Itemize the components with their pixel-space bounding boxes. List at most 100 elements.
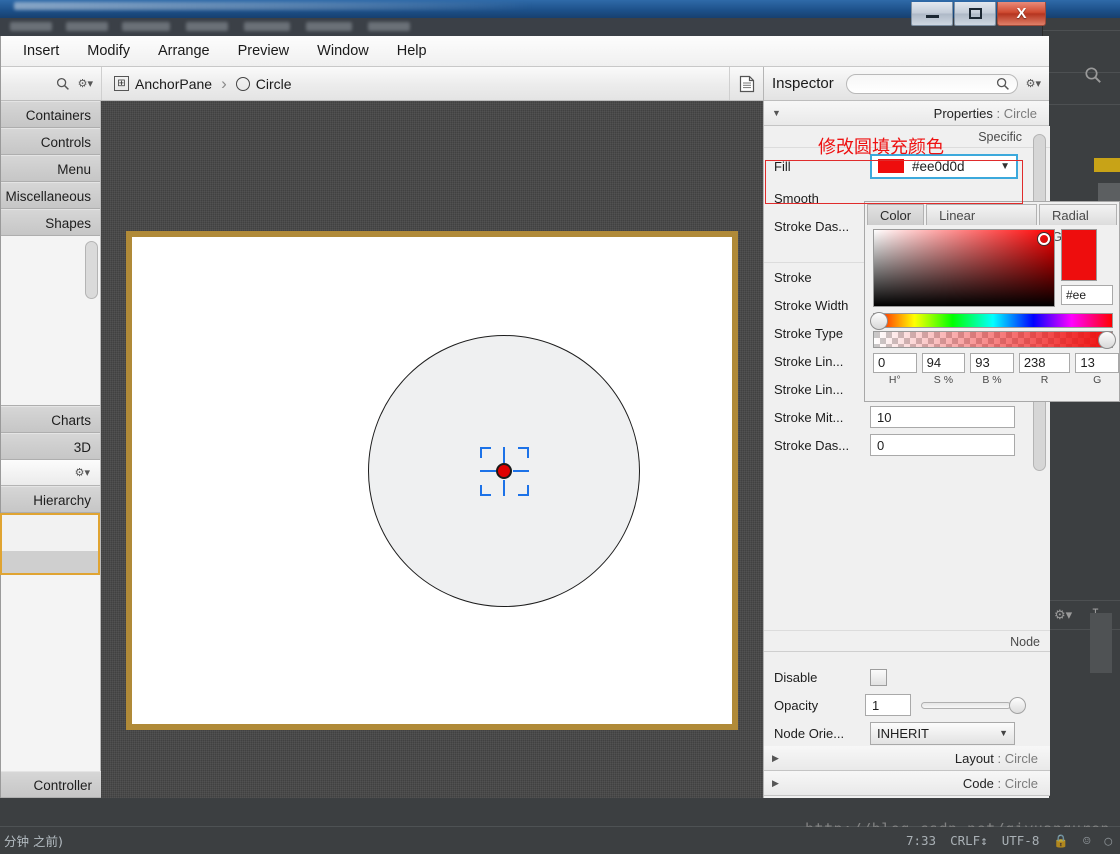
library-gear-icon[interactable]: ⚙▾: [78, 77, 93, 90]
sidebar-item-shapes[interactable]: Shapes: [1, 209, 100, 236]
search-icon[interactable]: [56, 77, 70, 91]
inspector-header: Inspector ⚙▾: [764, 67, 1049, 101]
alpha-slider[interactable]: [873, 331, 1116, 349]
inspector-title: Inspector: [772, 75, 834, 92]
ide-highlight-chip: [1094, 158, 1120, 172]
tab-linear-gradient[interactable]: Linear Gradient: [926, 204, 1037, 244]
maximize-button[interactable]: [954, 2, 996, 26]
alpha-slider-knob[interactable]: [1098, 331, 1116, 349]
section-properties[interactable]: ▼ Properties : Circle: [764, 101, 1049, 126]
window-controls: X: [911, 0, 1048, 30]
stroke-miter-input[interactable]: 10: [870, 406, 1015, 428]
library-list: [1, 236, 100, 406]
sidebar-item-hierarchy[interactable]: Hierarchy: [1, 486, 100, 513]
status-encoding[interactable]: UTF-8: [1002, 833, 1040, 848]
opacity-slider-knob[interactable]: [1009, 696, 1026, 714]
disable-checkbox[interactable]: [870, 668, 887, 686]
circle-icon: [235, 76, 250, 91]
opacity-slider[interactable]: [921, 701, 1011, 709]
sidebar-item-3d[interactable]: 3D: [1, 433, 100, 460]
hue-slider[interactable]: [870, 312, 1113, 330]
status-time: 7:33: [905, 833, 937, 848]
sidebar-item-containers[interactable]: Containers: [1, 101, 100, 128]
status-line-ending[interactable]: CRLF↕: [950, 833, 988, 848]
artboard[interactable]: [126, 231, 738, 730]
sidebar-item-miscellaneous[interactable]: Miscellaneous: [1, 182, 100, 209]
minimize-button[interactable]: [911, 2, 953, 26]
menu-help[interactable]: Help: [383, 39, 441, 63]
section-properties-name: Properties: [933, 105, 993, 121]
library-search-area[interactable]: ⚙▾: [1, 77, 101, 91]
document-icon[interactable]: [729, 67, 763, 100]
hex-input[interactable]: #ee: [1061, 285, 1113, 305]
hue-slider-knob[interactable]: [870, 312, 888, 330]
ide-gear-icon[interactable]: ⚙▾: [1054, 607, 1072, 623]
sidebar-item-controller[interactable]: Controller: [1, 771, 101, 798]
library-scrollbar-thumb[interactable]: [85, 241, 98, 299]
color-picker-popup[interactable]: Color Linear Gradient Radial Gr #ee 0 H°…: [864, 201, 1120, 402]
field-saturation: 94 S %: [921, 353, 966, 386]
annotation-text: 修改圆填充颜色: [818, 137, 944, 158]
inspector-search-input[interactable]: [845, 73, 1018, 94]
section-layout[interactable]: ▶ Layout : Circle: [764, 746, 1050, 771]
prop-label-node-orie: Node Orie...: [774, 725, 845, 741]
saturation-input[interactable]: 94: [921, 353, 966, 373]
sidebar-item-charts[interactable]: Charts: [1, 406, 100, 433]
chevron-down-icon: ▼: [999, 727, 1008, 738]
node-orientation-combo[interactable]: INHERIT ▼: [870, 721, 1015, 745]
inspector-gear-icon[interactable]: ⚙▾: [1026, 77, 1041, 90]
breadcrumb: ⊞ AnchorPane › Circle: [101, 67, 729, 100]
breadcrumb-item-anchorpane[interactable]: ⊞ AnchorPane: [114, 76, 212, 92]
library-scrollbar[interactable]: [85, 241, 98, 401]
fill-color-swatch: [878, 159, 904, 173]
tab-color[interactable]: Color: [867, 204, 925, 225]
saturation-value-box[interactable]: [873, 229, 1055, 307]
ide-scroll-chip: [1090, 613, 1112, 673]
status-right-group: 7:33 CRLF↕ UTF-8 🔒 ☺ ◯: [906, 833, 1112, 849]
center-handle[interactable]: [480, 447, 529, 496]
close-button[interactable]: X: [997, 2, 1046, 26]
stroke-dash-input[interactable]: 0: [870, 434, 1015, 456]
menu-modify[interactable]: Modify: [73, 39, 144, 63]
field-hue: 0 H°: [873, 353, 917, 386]
menu-bar: Insert Modify Arrange Preview Window Hel…: [1, 36, 1049, 67]
prop-label-stroke-mit: Stroke Mit...: [774, 409, 844, 425]
green-input[interactable]: 13: [1075, 353, 1119, 373]
section-layout-name: Layout: [954, 750, 994, 766]
hierarchy-selection[interactable]: [0, 513, 100, 575]
node-orientation-value: INHERIT: [877, 725, 929, 741]
center-point-dot[interactable]: [496, 463, 512, 479]
section-code[interactable]: ▶ Code : Circle: [764, 771, 1050, 796]
breadcrumb-toolbar: ⚙▾ ⊞ AnchorPane › Circle: [1, 67, 763, 101]
sidebar-item-controls[interactable]: Controls: [1, 128, 100, 155]
field-red: 238 R: [1018, 353, 1071, 386]
color-preview-swatch: [1061, 229, 1097, 281]
prop-label-stroke-das-2: Stroke Das...: [774, 437, 850, 453]
prop-label-opacity: Opacity: [774, 697, 819, 713]
menu-insert[interactable]: Insert: [9, 39, 73, 63]
hue-input[interactable]: 0: [873, 353, 917, 373]
prop-row-node-orientation: Node Orie... INHERIT ▼: [764, 719, 1050, 746]
hierarchy-selected-row[interactable]: [2, 551, 98, 573]
ide-right-panel: ⚙▾ ↧: [1042, 18, 1120, 854]
ide-search-icon[interactable]: [1084, 66, 1102, 84]
tab-radial-gradient[interactable]: Radial Gr: [1038, 204, 1117, 244]
prop-row-opacity: Opacity 1: [764, 691, 1050, 719]
lock-icon[interactable]: 🔒: [1053, 833, 1069, 849]
prop-row-disable: Disable: [764, 663, 1050, 691]
breadcrumb-item-circle[interactable]: Circle: [235, 76, 292, 92]
opacity-input[interactable]: 1: [865, 694, 911, 716]
inspection-icon[interactable]: ☺: [1083, 833, 1091, 848]
notification-icon[interactable]: ◯: [1104, 833, 1112, 848]
menu-window[interactable]: Window: [303, 39, 383, 63]
menu-preview[interactable]: Preview: [224, 39, 304, 63]
saturation-caption: S %: [933, 374, 954, 386]
sidebar-item-menu[interactable]: Menu: [1, 155, 100, 182]
sidebar-gear-icon[interactable]: ⚙▾: [1, 460, 100, 486]
red-input[interactable]: 238: [1018, 353, 1071, 373]
menu-arrange[interactable]: Arrange: [144, 39, 224, 63]
brightness-input[interactable]: 93: [970, 353, 1014, 373]
canvas-area[interactable]: [101, 101, 763, 798]
breadcrumb-separator: ›: [221, 73, 227, 93]
sv-cursor-handle[interactable]: [1038, 233, 1050, 245]
